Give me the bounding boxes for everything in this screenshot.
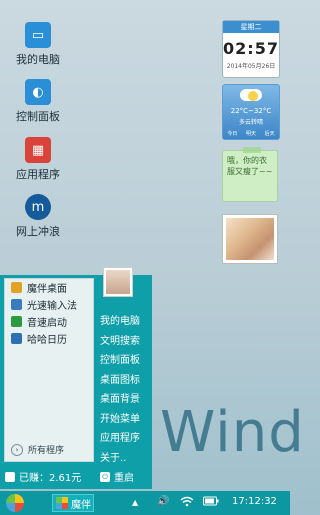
- restart-button[interactable]: ⏻ 重启: [100, 469, 134, 484]
- earnings-label: 已赚：2.61元: [19, 473, 82, 484]
- wifi-icon[interactable]: [180, 496, 194, 510]
- menu-link-search[interactable]: 文明搜索: [100, 332, 140, 352]
- taskbar: 魔伴 ▲ 🔊 17:12:32: [0, 491, 290, 515]
- volume-icon[interactable]: 🔊: [157, 496, 169, 507]
- weather-day-after: 后天: [264, 131, 275, 137]
- keyboard-icon: [11, 299, 22, 310]
- cloud-sun-icon: [240, 89, 262, 101]
- wallpaper-text: Wind: [160, 400, 305, 465]
- menu-item-moban[interactable]: 魔伴桌面: [5, 279, 93, 296]
- calendar-widget[interactable]: 星期二 02:57 2014年05月26日: [222, 20, 280, 78]
- apps-icon: ▦: [25, 137, 51, 163]
- calendar-icon: [11, 333, 22, 344]
- menu-item-label: 魔伴桌面: [27, 284, 67, 295]
- moban-icon: [56, 497, 68, 509]
- start-menu-links: 我的电脑 文明搜索 控制面板 桌面图标 桌面背景 开始菜单 应用程序 关于..: [100, 312, 140, 468]
- desktop-icon-label: 控制面板: [16, 110, 60, 123]
- weather-temp: 22°C~32°C: [230, 107, 272, 115]
- menu-item-calendar[interactable]: 哈哈日历: [5, 330, 93, 347]
- weather-condition: 多云转晴: [238, 119, 263, 126]
- menu-link-start-menu[interactable]: 开始菜单: [100, 410, 140, 430]
- battery-icon[interactable]: [203, 496, 219, 509]
- calendar-date: 2014年05月26日: [226, 63, 276, 70]
- taskbar-clock: 17:12:32: [232, 496, 277, 507]
- moban-icon: [11, 282, 22, 293]
- calendar-time: 02:57: [223, 39, 279, 58]
- desktop-icon-label: 我的电脑: [16, 53, 60, 66]
- power-icon: ⏻: [100, 471, 110, 482]
- browser-icon: m: [25, 194, 51, 220]
- weather-tomorrow: 明天: [245, 131, 256, 137]
- calendar-weekday: 星期二: [223, 21, 279, 33]
- menu-item-label: 音速启动: [27, 318, 67, 329]
- weather-widget[interactable]: 22°C~32°C 多云转晴 今日 明天 后天: [222, 84, 280, 140]
- start-menu-footer: 已赚：2.61元 ⏻ 重启: [0, 465, 152, 485]
- note-text: 哦，你的衣服又瘦了~~: [227, 156, 273, 176]
- photo-image: [226, 218, 274, 260]
- taskbar-app-label: 魔伴: [71, 499, 91, 511]
- photo-widget[interactable]: [222, 214, 278, 264]
- menu-link-my-computer[interactable]: 我的电脑: [100, 312, 140, 332]
- tape-decoration: [243, 147, 261, 153]
- start-button[interactable]: [6, 494, 24, 512]
- desktop-icon-apps[interactable]: ▦ 应用程序: [6, 137, 70, 182]
- menu-link-apps[interactable]: 应用程序: [100, 429, 140, 449]
- money-icon: [5, 471, 15, 482]
- desktop-icon-label: 网上冲浪: [16, 225, 60, 238]
- start-menu: 魔伴桌面 光速输入法 音速启动 哈哈日历 › 所有程序 我的电脑 文明搜索 控制…: [0, 267, 152, 489]
- arrow-right-icon: ›: [11, 443, 23, 456]
- restart-label: 重启: [114, 473, 134, 484]
- menu-link-wallpaper[interactable]: 桌面背景: [100, 390, 140, 410]
- menu-item-label: 光速输入法: [27, 301, 77, 312]
- weather-today: 今日: [227, 131, 238, 137]
- all-programs-label: 所有程序: [28, 446, 65, 456]
- desktop-icon-control-panel[interactable]: ◐ 控制面板: [6, 79, 70, 124]
- avatar[interactable]: [103, 267, 133, 297]
- desktop-icon-browser[interactable]: m 网上冲浪: [6, 194, 70, 239]
- all-programs-button[interactable]: › 所有程序: [11, 443, 64, 456]
- menu-link-control-panel[interactable]: 控制面板: [100, 351, 140, 371]
- sticky-note-widget[interactable]: 哦，你的衣服又瘦了~~: [222, 147, 278, 202]
- start-menu-programs: 魔伴桌面 光速输入法 音速启动 哈哈日历 › 所有程序: [4, 278, 94, 462]
- desktop-icon-my-computer[interactable]: ▭ 我的电脑: [6, 22, 70, 67]
- earnings-display[interactable]: 已赚：2.61元: [5, 469, 81, 484]
- tray-expand-icon[interactable]: ▲: [132, 498, 138, 507]
- control-panel-icon: ◐: [25, 79, 51, 105]
- menu-item-label: 哈哈日历: [27, 335, 67, 346]
- computer-icon: ▭: [25, 22, 51, 48]
- v-launch-icon: [11, 316, 22, 327]
- menu-item-input-method[interactable]: 光速输入法: [5, 296, 93, 313]
- menu-link-desktop-icons[interactable]: 桌面图标: [100, 371, 140, 391]
- menu-item-launcher[interactable]: 音速启动: [5, 313, 93, 330]
- desktop-icon-label: 应用程序: [16, 168, 60, 181]
- taskbar-app-moban[interactable]: 魔伴: [52, 494, 94, 512]
